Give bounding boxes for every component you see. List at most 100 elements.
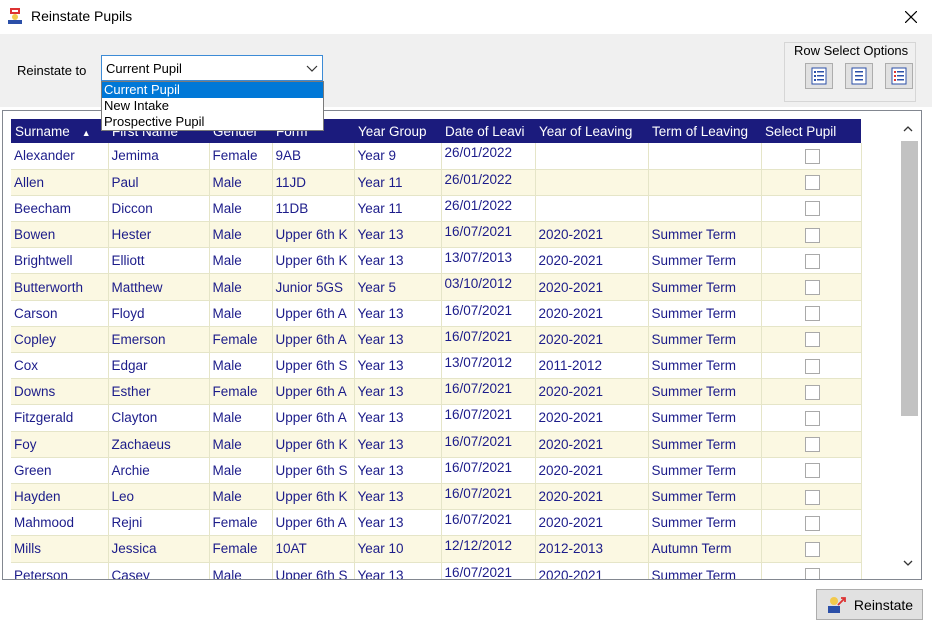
select-pupil-checkbox[interactable] <box>805 489 820 505</box>
table-row[interactable]: Cox Edgar Male Upper 6th S Year 13 13/07/2012… <box>11 352 862 380</box>
select-pupil-checkbox[interactable] <box>805 437 820 453</box>
dropdown-option-current-pupil[interactable]: Current Pupil <box>102 82 323 98</box>
cell-year-group: Year 13 <box>354 483 442 511</box>
cell-gender: Male <box>209 457 273 484</box>
cell-surname: Foy <box>11 431 109 458</box>
vertical-scrollbar[interactable] <box>899 119 918 577</box>
select-pupil-checkbox[interactable] <box>805 568 820 579</box>
table-row[interactable]: Brightwell Elliott Male Upper 6th K Year 13 1… <box>11 247 862 275</box>
scroll-up-button[interactable] <box>899 119 917 139</box>
cell-form: 11JD <box>272 169 355 196</box>
select-pupil-checkbox[interactable] <box>805 541 820 557</box>
reinstate-to-dropdown-list[interactable]: Current Pupil New Intake Prospective Pup… <box>101 81 324 131</box>
cell-first-name: Emerson <box>108 326 210 354</box>
cell-select-pupil <box>761 143 862 170</box>
chevron-down-icon <box>306 65 318 72</box>
table-row[interactable]: Copley Emerson Female Upper 6th A Year 13 16/… <box>11 326 862 354</box>
cell-surname: Hayden <box>11 483 109 511</box>
cell-gender: Male <box>209 404 273 432</box>
table-row[interactable]: Downs Esther Female Upper 6th A Year 13 16/07… <box>11 378 862 406</box>
table-row[interactable]: Foy Zachaeus Male Upper 6th K Year 13 16/07/2… <box>11 431 862 458</box>
cell-year-of-leaving: 2020-2021 <box>535 404 649 432</box>
cell-gender: Male <box>209 169 273 196</box>
select-pupil-checkbox[interactable] <box>805 227 820 243</box>
cell-surname: Bowen <box>11 221 109 249</box>
select-pupil-checkbox[interactable] <box>805 410 820 426</box>
reinstate-button[interactable]: Reinstate <box>816 589 923 620</box>
cell-year-of-leaving: 2020-2021 <box>535 509 649 537</box>
cell-date-of-leaving: 26/01/2022 <box>441 169 536 196</box>
app-icon <box>6 7 24 25</box>
cell-year-of-leaving: 2020-2021 <box>535 221 649 249</box>
cell-date-of-leaving: 13/07/2013 <box>441 247 536 275</box>
select-none-button[interactable] <box>845 63 873 89</box>
col-header-term-of-leaving[interactable]: Term of Leaving <box>648 119 761 143</box>
cell-surname: Beecham <box>11 195 109 223</box>
reinstate-button-label: Reinstate <box>853 596 914 613</box>
select-all-button[interactable] <box>805 63 833 89</box>
cell-date-of-leaving: 16/07/2021 <box>441 300 536 327</box>
cell-form: 10AT <box>272 535 355 563</box>
pupil-grid: Surname ▲ First Name Gender Form Year Gro… <box>2 110 922 580</box>
invert-selection-button[interactable] <box>885 63 913 89</box>
col-header-select-pupil[interactable]: Select Pupil <box>761 119 861 143</box>
table-row[interactable]: Allen Paul Male 11JD Year 11 26/01/2022 <box>11 169 862 196</box>
select-pupil-checkbox[interactable] <box>805 280 820 295</box>
table-row[interactable]: Alexander Jemima Female 9AB Year 9 26/01/2022 <box>11 143 862 170</box>
scroll-down-button[interactable] <box>899 553 917 573</box>
select-pupil-checkbox[interactable] <box>805 384 820 400</box>
select-pupil-checkbox[interactable] <box>805 463 820 479</box>
table-row[interactable]: Fitzgerald Clayton Male Upper 6th A Year 13 1… <box>11 404 862 432</box>
cell-select-pupil <box>761 352 862 380</box>
checklist-icon <box>811 67 827 85</box>
table-row[interactable]: Carson Floyd Male Upper 6th A Year 13 16/07/2… <box>11 300 862 327</box>
cell-first-name: Diccon <box>108 195 210 223</box>
select-pupil-checkbox[interactable] <box>805 253 820 269</box>
table-row[interactable]: Hayden Leo Male Upper 6th K Year 13 16/07/202… <box>11 483 862 511</box>
table-row[interactable]: Peterson Casey Male Upper 6th S Year 13 16/07… <box>11 562 862 579</box>
select-pupil-checkbox[interactable] <box>805 148 820 164</box>
cell-form: Upper 6th K <box>272 221 355 249</box>
cell-surname: Carson <box>11 300 109 327</box>
cell-gender: Male <box>209 195 273 223</box>
cell-year-group: Year 11 <box>354 195 442 223</box>
cell-select-pupil <box>761 404 862 432</box>
select-pupil-checkbox[interactable] <box>805 332 820 348</box>
cell-form: Upper 6th S <box>272 562 355 579</box>
table-row[interactable]: Butterworth Matthew Male Junior 5GS Year 5 03… <box>11 273 862 301</box>
cell-date-of-leaving: 13/07/2012 <box>441 352 536 380</box>
cell-year-group: Year 13 <box>354 221 442 249</box>
row-select-options-label: Row Select Options <box>793 43 910 58</box>
cell-term-of-leaving: Summer Term <box>648 457 762 484</box>
table-row[interactable]: Mahmood Rejni Female Upper 6th A Year 13 16/0… <box>11 509 862 537</box>
col-header-year-group[interactable]: Year Group <box>354 119 441 143</box>
cell-year-group: Year 9 <box>354 143 442 170</box>
table-row[interactable]: Mills Jessica Female 10AT Year 10 12/12/2012 2… <box>11 535 862 563</box>
cell-date-of-leaving: 16/07/2021 <box>441 509 536 537</box>
select-pupil-checkbox[interactable] <box>805 306 820 322</box>
scroll-thumb[interactable] <box>901 141 918 416</box>
dropdown-option-prospective-pupil[interactable]: Prospective Pupil <box>102 114 323 130</box>
select-pupil-checkbox[interactable] <box>805 515 820 531</box>
select-pupil-checkbox[interactable] <box>805 358 820 374</box>
table-row[interactable]: Bowen Hester Male Upper 6th K Year 13 16/07/2… <box>11 221 862 249</box>
col-header-date-of-leaving[interactable]: Date of Leavi <box>441 119 535 143</box>
cell-select-pupil <box>761 247 862 275</box>
col-header-year-of-leaving[interactable]: Year of Leaving <box>535 119 648 143</box>
table-row[interactable]: Beecham Diccon Male 11DB Year 11 26/01/2022 <box>11 195 862 223</box>
cell-select-pupil <box>761 273 862 301</box>
cell-surname: Mahmood <box>11 509 109 537</box>
close-button[interactable] <box>893 2 929 32</box>
select-pupil-checkbox[interactable] <box>805 201 820 217</box>
col-header-surname[interactable]: Surname ▲ <box>11 119 108 143</box>
reinstate-to-combobox[interactable]: Current Pupil <box>101 55 323 81</box>
cell-year-group: Year 11 <box>354 169 442 196</box>
cell-date-of-leaving: 26/01/2022 <box>441 195 536 223</box>
dropdown-option-new-intake[interactable]: New Intake <box>102 98 323 114</box>
select-pupil-checkbox[interactable] <box>805 175 820 191</box>
cell-year-of-leaving <box>535 143 649 170</box>
table-row[interactable]: Green Archie Male Upper 6th S Year 13 16/07/2… <box>11 457 862 484</box>
cell-year-group: Year 13 <box>354 326 442 354</box>
cell-date-of-leaving: 16/07/2021 <box>441 326 536 354</box>
cell-form: Junior 5GS <box>272 273 355 301</box>
